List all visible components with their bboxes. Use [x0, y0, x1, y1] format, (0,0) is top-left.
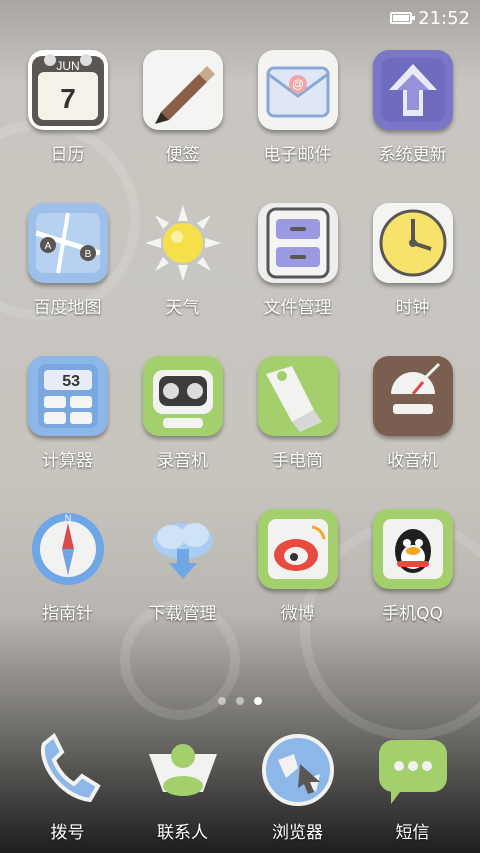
email-icon: @	[257, 50, 338, 130]
app-clock[interactable]: 时钟	[355, 203, 470, 318]
app-radio[interactable]: 收音机	[355, 356, 470, 471]
status-time: 21:52	[418, 7, 470, 29]
app-compass[interactable]: N 指南针	[10, 509, 125, 624]
weibo-icon	[257, 509, 338, 589]
battery-icon	[390, 12, 416, 24]
svg-text:B: B	[84, 249, 91, 260]
app-file-manager[interactable]: 文件管理	[240, 203, 355, 318]
svg-text:JUN: JUN	[56, 59, 79, 73]
app-label: 指南针	[42, 604, 93, 624]
app-label: 文件管理	[263, 298, 332, 318]
flashlight-icon	[257, 356, 338, 436]
app-label: 电子邮件	[263, 145, 332, 165]
clock-icon	[372, 203, 453, 283]
app-qq[interactable]: 手机QQ	[355, 509, 470, 624]
app-weather[interactable]: 天气	[125, 203, 240, 318]
app-label: 收音机	[387, 451, 438, 471]
calculator-icon: 53	[27, 356, 108, 436]
app-label: 手电筒	[272, 451, 323, 471]
app-label: 系统更新	[378, 145, 447, 165]
app-label: 下载管理	[148, 604, 217, 624]
app-label: 百度地图	[33, 298, 102, 318]
compass-icon: N	[28, 509, 108, 589]
svg-text:A: A	[44, 241, 51, 252]
app-label: 天气	[165, 298, 200, 318]
notes-icon	[142, 50, 223, 130]
qq-icon	[372, 509, 453, 589]
app-recorder[interactable]: 录音机	[125, 356, 240, 471]
app-label: 手机QQ	[382, 604, 443, 624]
contacts-icon	[143, 730, 223, 810]
app-label: 录音机	[157, 451, 208, 471]
browser-icon	[258, 730, 338, 810]
app-calculator[interactable]: 53 计算器	[10, 356, 125, 471]
app-calendar[interactable]: JUN 7 日历	[10, 50, 125, 165]
radio-icon	[372, 356, 453, 436]
app-label: 日历	[50, 145, 85, 165]
dock-messages[interactable]: 短信	[355, 730, 470, 843]
status-bar: 21:52	[0, 0, 480, 36]
app-grid: JUN 7 日历 便签 @ 电子邮件 系统更新 A B 百度地图 天气 文件管理…	[10, 50, 470, 624]
dock-browser[interactable]: 浏览器	[240, 730, 355, 843]
file-manager-icon	[257, 203, 338, 283]
download-manager-icon	[143, 509, 223, 589]
dock-phone[interactable]: 拨号	[10, 730, 125, 843]
app-flashlight[interactable]: 手电筒	[240, 356, 355, 471]
app-label: 时钟	[395, 298, 430, 318]
phone-icon	[28, 730, 108, 810]
page-dot[interactable]	[236, 697, 244, 705]
svg-text:7: 7	[60, 83, 76, 114]
app-label: 微博	[280, 604, 315, 624]
calendar-icon: JUN 7	[27, 50, 108, 130]
app-baidu-map[interactable]: A B 百度地图	[10, 203, 125, 318]
app-email[interactable]: @ 电子邮件	[240, 50, 355, 165]
app-system-update[interactable]: 系统更新	[355, 50, 470, 165]
app-label: 便签	[165, 145, 200, 165]
baidu-map-icon: A B	[27, 203, 108, 283]
dock-contacts[interactable]: 联系人	[125, 730, 240, 843]
recorder-icon	[142, 356, 223, 436]
svg-text:@: @	[291, 77, 303, 91]
app-label: 短信	[395, 823, 430, 843]
messages-icon	[373, 730, 453, 810]
system-update-icon	[372, 50, 453, 130]
app-download-manager[interactable]: 下载管理	[125, 509, 240, 624]
app-label: 拨号	[50, 823, 85, 843]
page-indicator	[0, 697, 480, 705]
app-label: 浏览器	[272, 823, 323, 843]
weather-icon	[143, 203, 223, 283]
app-weibo[interactable]: 微博	[240, 509, 355, 624]
app-notes[interactable]: 便签	[125, 50, 240, 165]
svg-text:53: 53	[62, 373, 80, 390]
page-dot[interactable]	[218, 697, 226, 705]
page-dot-active[interactable]	[254, 697, 262, 705]
app-label: 计算器	[42, 451, 93, 471]
app-label: 联系人	[157, 823, 208, 843]
dock: 拨号 联系人 浏览器 短信	[10, 730, 470, 843]
svg-text:N: N	[64, 513, 71, 523]
